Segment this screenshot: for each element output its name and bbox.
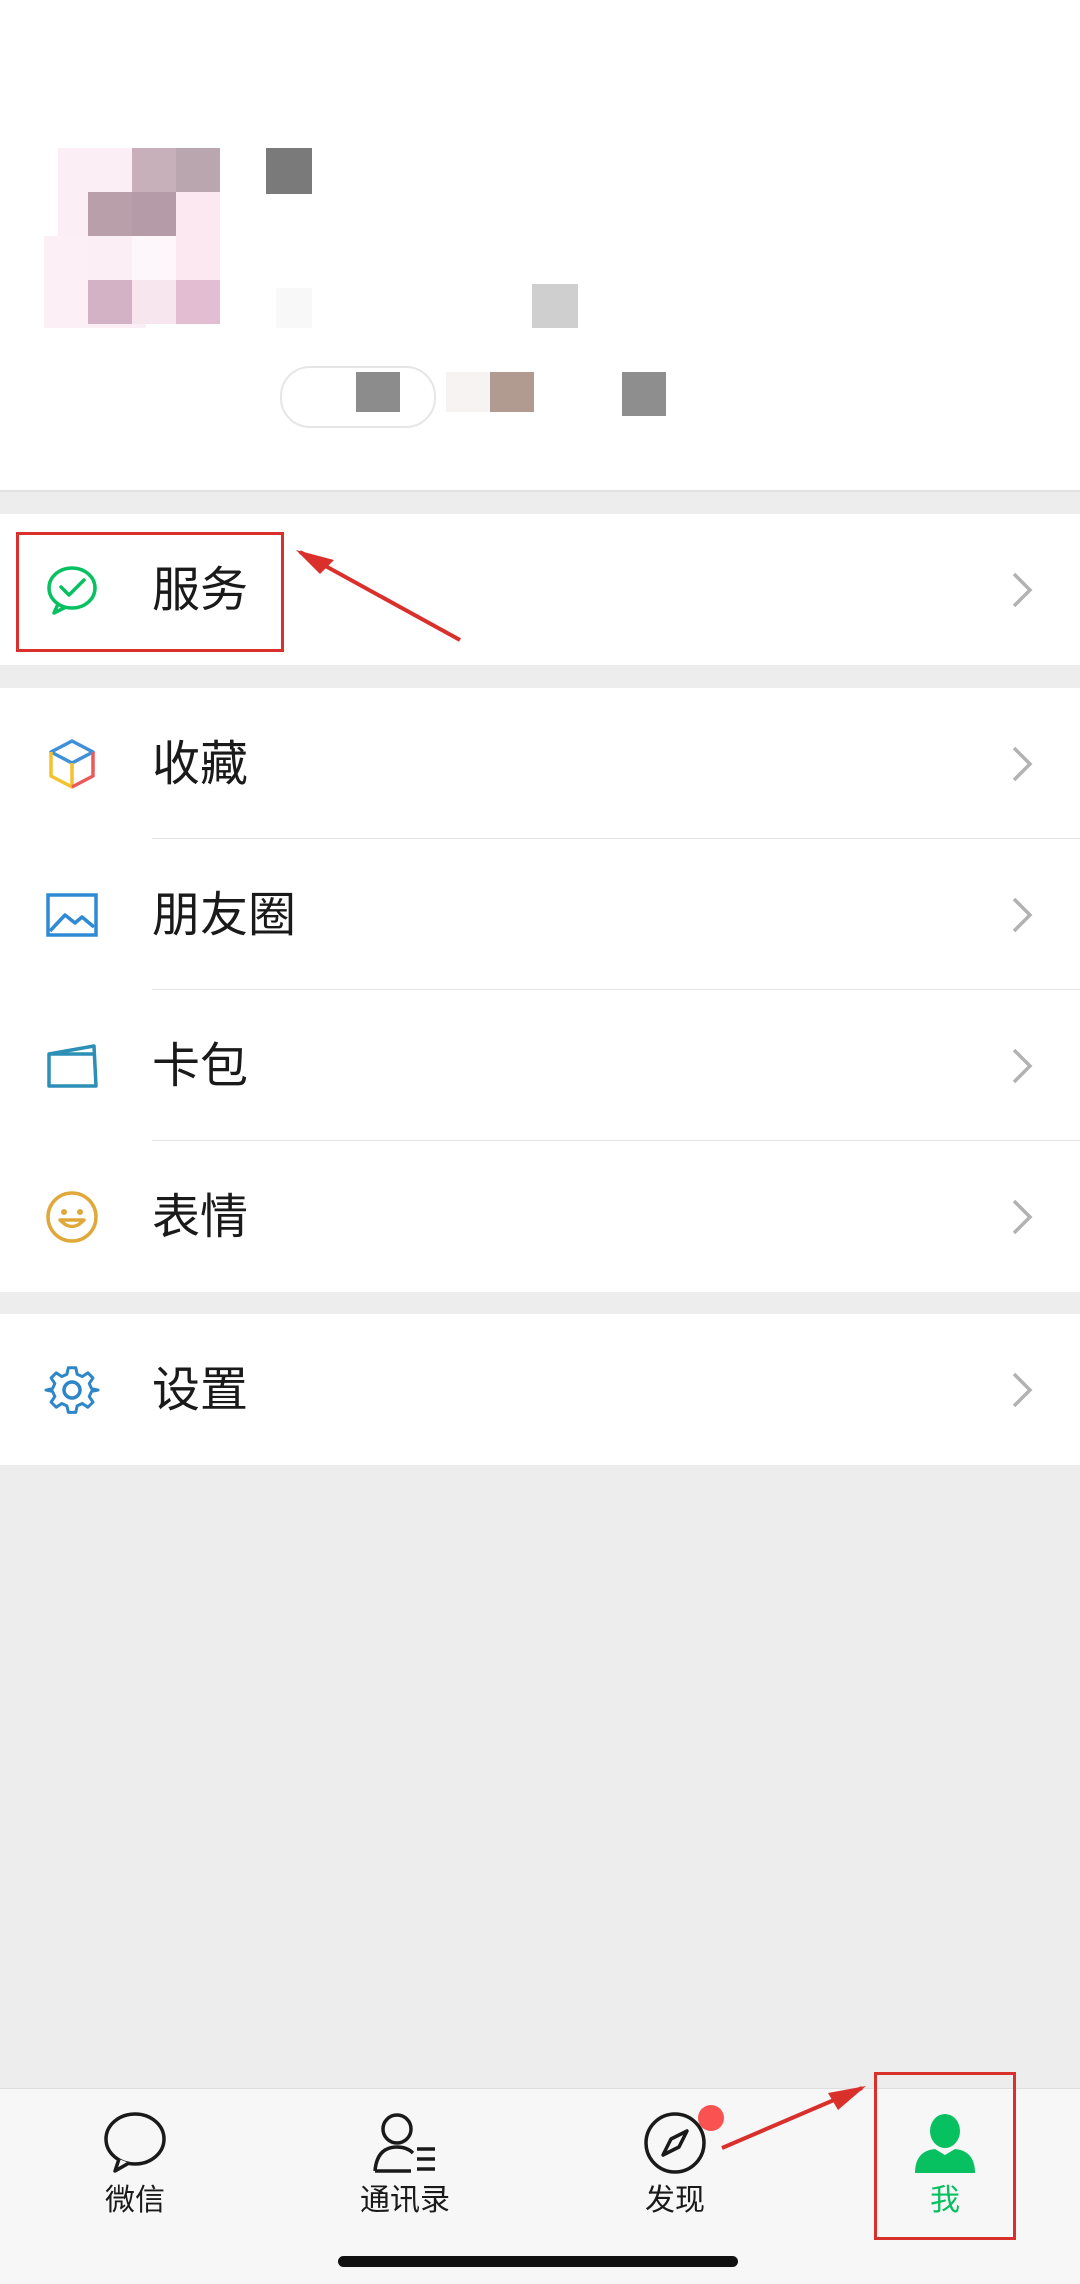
menu-item-cards[interactable]: 卡包 xyxy=(0,990,1080,1141)
chevron-right-icon xyxy=(1008,1368,1036,1412)
gear-icon xyxy=(44,1362,100,1418)
username-blurred xyxy=(266,148,312,194)
tab-label: 微信 xyxy=(105,2183,165,2218)
blur-block xyxy=(356,372,400,412)
chevron-right-icon xyxy=(1008,742,1036,786)
chevron-right-icon xyxy=(1008,568,1036,612)
cube-icon xyxy=(44,736,100,792)
home-indicator[interactable] xyxy=(338,2256,738,2267)
chat-bubble-icon xyxy=(101,2109,169,2177)
blur-block xyxy=(276,288,312,328)
annotation-box-services xyxy=(16,532,284,652)
picture-icon xyxy=(44,887,100,943)
chevron-right-icon xyxy=(1008,893,1036,937)
menu-item-settings[interactable]: 设置 xyxy=(0,1314,1080,1465)
profile-header[interactable] xyxy=(0,0,1080,490)
divider xyxy=(0,490,1080,492)
contacts-icon xyxy=(371,2109,439,2177)
menu-item-label: 表情 xyxy=(152,1189,249,1245)
tab-contacts[interactable]: 通讯录 xyxy=(270,2089,540,2239)
features-section: 收藏 朋友圈 卡包 表情 xyxy=(0,688,1080,1292)
menu-item-stickers[interactable]: 表情 xyxy=(0,1141,1080,1292)
chevron-right-icon xyxy=(1008,1044,1036,1088)
menu-item-moments[interactable]: 朋友圈 xyxy=(0,839,1080,990)
settings-section: 设置 xyxy=(0,1314,1080,1465)
blur-block xyxy=(446,372,490,412)
tab-label: 发现 xyxy=(645,2183,705,2218)
tab-discover[interactable]: 发现 xyxy=(540,2089,810,2239)
menu-item-label: 设置 xyxy=(152,1362,249,1418)
tab-label: 通讯录 xyxy=(360,2183,450,2218)
blur-block xyxy=(490,372,534,412)
card-wallet-icon xyxy=(44,1038,100,1094)
wechat-id-blurred xyxy=(532,284,578,328)
menu-item-favorites[interactable]: 收藏 xyxy=(0,688,1080,839)
smiley-icon xyxy=(44,1189,100,1245)
menu-item-label: 收藏 xyxy=(152,736,249,792)
menu-item-label: 朋友圈 xyxy=(152,887,297,943)
tab-chats[interactable]: 微信 xyxy=(0,2089,270,2239)
annotation-box-me-tab xyxy=(874,2072,1016,2240)
notification-dot xyxy=(698,2105,724,2131)
chevron-right-icon xyxy=(1008,1195,1036,1239)
avatar[interactable] xyxy=(44,148,224,328)
blur-block xyxy=(622,372,666,416)
menu-item-label: 卡包 xyxy=(152,1038,249,1094)
